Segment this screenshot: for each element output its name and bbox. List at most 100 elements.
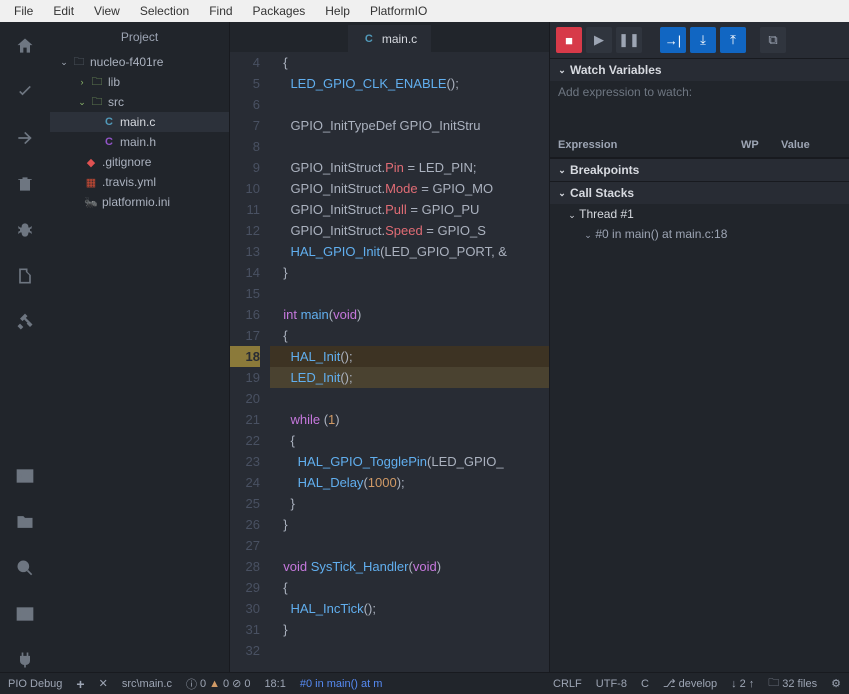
pio-icon: 🐜 — [84, 195, 98, 209]
chevron-down-icon: ⌄ — [558, 188, 566, 199]
home-icon[interactable] — [13, 34, 37, 58]
chevron-down-icon: ⌄ — [558, 165, 566, 176]
test-icon[interactable] — [13, 264, 37, 288]
menu-edit[interactable]: Edit — [43, 2, 84, 20]
tree-label: nucleo-f401re — [90, 55, 163, 69]
chevron-down-icon: ⌄ — [60, 57, 68, 68]
tree-label: lib — [108, 75, 120, 89]
trash-icon[interactable] — [13, 172, 37, 196]
chevron-down-icon: ⌄ — [78, 97, 86, 108]
tree-label: src — [108, 95, 124, 109]
menu-selection[interactable]: Selection — [130, 2, 199, 20]
plug-icon[interactable] — [13, 648, 37, 672]
tree-gitignore[interactable]: ◆ .gitignore — [50, 152, 229, 172]
watch-input[interactable]: Add expression to watch: — [550, 81, 849, 103]
status-debug[interactable]: PIO Debug — [8, 678, 62, 690]
code-editor[interactable]: 4567891011121314151617181920212223242526… — [230, 52, 549, 672]
menu-platformio[interactable]: PlatformIO — [360, 2, 437, 20]
menu-packages[interactable]: Packages — [243, 2, 316, 20]
error-icon: ⊘ — [232, 677, 241, 690]
tree-src[interactable]: ⌄ 🗀 src — [50, 92, 229, 112]
folder-icon: 🗀 — [90, 75, 104, 89]
yml-icon: ▦ — [84, 175, 98, 189]
status-close[interactable]: ✕ — [99, 677, 108, 690]
continue-button[interactable]: ▶ — [586, 27, 612, 53]
menu-file[interactable]: File — [4, 2, 43, 20]
menu-view[interactable]: View — [84, 2, 130, 20]
thread-item[interactable]: ⌄ Thread #1 — [550, 204, 849, 224]
settings-icon[interactable]: ⚙ — [831, 677, 841, 690]
tree-mainh[interactable]: C main.h — [50, 132, 229, 152]
frame-label: #0 in main() at main.c:18 — [595, 227, 727, 241]
info-icon: ⓘ — [186, 676, 197, 692]
folder-icon: 🗀 — [72, 55, 86, 69]
step-over-button[interactable]: →| — [660, 27, 686, 53]
col-wp: WP — [741, 139, 781, 151]
status-encoding[interactable]: UTF-8 — [596, 678, 627, 690]
tree-root[interactable]: ⌄ 🗀 nucleo-f401re — [50, 52, 229, 72]
code-content[interactable]: { LED_GPIO_CLK_ENABLE(); GPIO_InitTypeDe… — [270, 52, 549, 672]
search-icon[interactable] — [13, 556, 37, 580]
code-icon[interactable] — [13, 464, 37, 488]
status-branch[interactable]: ⎇ develop — [663, 677, 717, 690]
stop-button[interactable]: ■ — [556, 27, 582, 53]
status-lang[interactable]: C — [641, 678, 649, 690]
chevron-down-icon: ⌄ — [568, 210, 576, 221]
h-file-icon: C — [102, 135, 116, 149]
status-diagnostics[interactable]: ⓘ0 ▲0 ⊘0 — [186, 676, 250, 692]
debug-toolbar: ■ ▶ ❚❚ →| ⤓ ⤒ ⧉ — [550, 22, 849, 58]
tree-lib[interactable]: › 🗀 lib — [50, 72, 229, 92]
debug-icon[interactable] — [13, 310, 37, 334]
tree-mainc[interactable]: C main.c — [50, 112, 229, 132]
chevron-right-icon: › — [78, 77, 86, 87]
c-file-icon: C — [102, 115, 116, 129]
tree-label: platformio.ini — [102, 195, 170, 209]
status-add[interactable]: + — [76, 676, 84, 692]
callstacks-header[interactable]: ⌄ Call Stacks — [550, 182, 849, 204]
console-button[interactable]: ⧉ — [760, 27, 786, 53]
tree-label: .travis.yml — [102, 175, 156, 189]
tab-mainc[interactable]: C main.c — [348, 25, 431, 52]
c-file-icon: C — [362, 32, 376, 46]
editor-area: C main.c 4567891011121314151617181920212… — [230, 22, 549, 672]
col-value: Value — [781, 139, 841, 151]
check-icon[interactable] — [13, 80, 37, 104]
status-cursor[interactable]: 18:1 — [264, 678, 285, 690]
thread-label: Thread #1 — [579, 207, 634, 221]
git-icon: ◆ — [84, 155, 98, 169]
menu-find[interactable]: Find — [199, 2, 242, 20]
statusbar: PIO Debug + ✕ src\main.c ⓘ0 ▲0 ⊘0 18:1 #… — [0, 672, 849, 694]
status-files[interactable]: 🗀 32 files — [768, 674, 817, 693]
step-out-button[interactable]: ⤒ — [720, 27, 746, 53]
status-eol[interactable]: CRLF — [553, 678, 582, 690]
tab-bar: C main.c — [230, 22, 549, 52]
tree-pio[interactable]: 🐜 platformio.ini — [50, 192, 229, 212]
tab-label: main.c — [382, 32, 417, 46]
watch-columns: Expression WP Value — [550, 133, 849, 158]
breakpoints-header[interactable]: ⌄ Breakpoints — [550, 159, 849, 181]
step-into-button[interactable]: ⤓ — [690, 27, 716, 53]
folder-icon: 🗀 — [90, 95, 104, 109]
warning-icon: ▲ — [209, 678, 220, 690]
status-sync[interactable]: ↓2 ↑ — [731, 678, 754, 690]
chevron-down-icon: ⌄ — [584, 230, 592, 241]
panel-title: Watch Variables — [570, 63, 662, 77]
status-path[interactable]: src\main.c — [122, 678, 172, 690]
tree-label: main.h — [120, 135, 156, 149]
bug-icon[interactable] — [13, 218, 37, 242]
pause-button[interactable]: ❚❚ — [616, 27, 642, 53]
stack-frame[interactable]: ⌄ #0 in main() at main.c:18 — [550, 224, 849, 244]
arrow-right-icon[interactable] — [13, 126, 37, 150]
project-sidebar: Project ⌄ 🗀 nucleo-f401re › 🗀 lib ⌄ 🗀 sr… — [50, 22, 230, 672]
gutter: 4567891011121314151617181920212223242526… — [230, 52, 270, 672]
watch-header[interactable]: ⌄ Watch Variables — [550, 59, 849, 81]
debug-panel: ■ ▶ ❚❚ →| ⤓ ⤒ ⧉ ⌄ Watch Variables Add ex… — [549, 22, 849, 672]
chevron-down-icon: ⌄ — [558, 65, 566, 76]
col-expression: Expression — [558, 139, 741, 151]
status-frame[interactable]: #0 in main() at m — [300, 678, 383, 690]
menubar: File Edit View Selection Find Packages H… — [0, 0, 849, 22]
menu-help[interactable]: Help — [315, 2, 360, 20]
terminal-icon[interactable] — [13, 602, 37, 626]
tree-travis[interactable]: ▦ .travis.yml — [50, 172, 229, 192]
folder-icon[interactable] — [13, 510, 37, 534]
